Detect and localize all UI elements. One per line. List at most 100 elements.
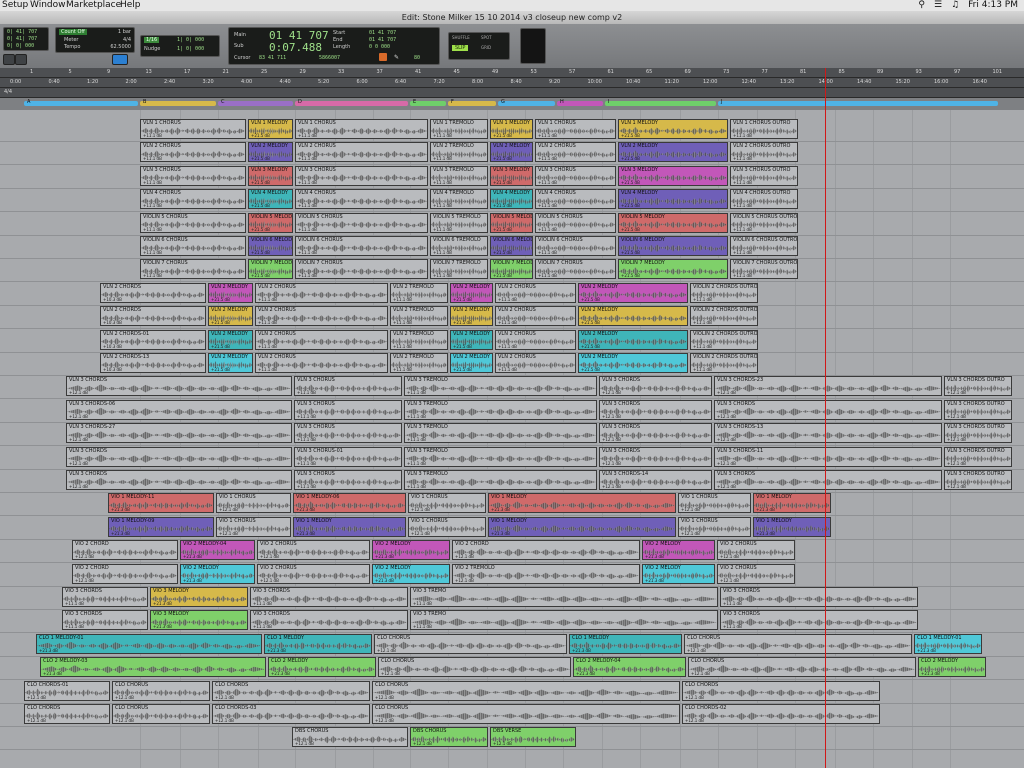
audio-clip[interactable]: VLN 3 TREMOLO +11.1 dB bbox=[430, 165, 488, 186]
marker-bar[interactable] bbox=[218, 101, 293, 106]
audio-clip[interactable]: VIO 1 CHORUS +12.1 dB bbox=[678, 516, 751, 537]
audio-clip[interactable]: VIOLIN 7 MELODY +21.5 dB bbox=[618, 259, 728, 280]
marker-bar[interactable] bbox=[140, 101, 216, 106]
audio-clip[interactable]: VLN 3 CHORDS +12.1 dB bbox=[66, 446, 292, 467]
track-lane[interactable]: VIO 1 MELODY-09 +21.3 dB VIO 1 CHORUS +12.1… bbox=[0, 516, 1024, 540]
audio-clip[interactable]: VIO 2 CHORUS +12.1 dB bbox=[717, 540, 795, 561]
audio-clip[interactable]: VLN 1 CHORUS +11.1 dB bbox=[535, 119, 616, 139]
audio-clip[interactable]: VIO 2 MELODY +21.3 dB bbox=[180, 563, 255, 584]
audio-clip[interactable]: VIOLIN 7 CHORUS +11.1 dB bbox=[295, 259, 428, 280]
audio-clip[interactable]: VLN 4 MELODY +21.5 dB bbox=[490, 189, 533, 210]
audio-clip[interactable]: VLN 4 CHORUS +11.1 dB bbox=[535, 189, 616, 210]
audio-clip[interactable]: VLN 1 CHORUS +11.1 dB bbox=[295, 119, 428, 139]
track-lane[interactable]: VIOLIN 6 CHORUS +11.1 dB VIOLIN 6 MELODY +2… bbox=[0, 235, 1024, 259]
track-lane[interactable]: VLN 3 CHORDS +12.1 dB VLN 3 CHORUS +11.1 dB… bbox=[0, 469, 1024, 493]
audio-clip[interactable]: VIOLIN 7 TREMOLO +11.1 dB bbox=[430, 259, 488, 280]
zoom-in-button[interactable] bbox=[15, 54, 27, 65]
marker-bar[interactable] bbox=[498, 101, 555, 106]
audio-clip[interactable]: VLN 3 CHORDS +12.1 dB bbox=[599, 446, 712, 467]
audio-clip[interactable]: VLN 4 MELODY +21.5 dB bbox=[248, 189, 293, 210]
audio-clip[interactable]: VIO 2 CHORD +12.1 dB bbox=[72, 540, 178, 561]
audio-clip[interactable]: VLN 3 CHORUS +11.1 dB bbox=[294, 423, 402, 444]
audio-clip[interactable]: VLN 3 CHORUS +11.1 dB bbox=[140, 165, 246, 186]
audio-clip[interactable]: VIO 2 MELODY +21.3 dB bbox=[642, 540, 715, 561]
audio-clip[interactable]: CLO 2 MELODY-04 +21.3 dB bbox=[573, 657, 686, 678]
audio-clip[interactable]: VIOLIN 6 CHORUS +11.1 dB bbox=[140, 236, 246, 256]
audio-clip[interactable]: VLN 2 MELODY +21.5 dB bbox=[578, 329, 688, 350]
audio-clip[interactable]: VIOLIN 7 MELODY +21.5 dB bbox=[490, 259, 533, 280]
audio-clip[interactable]: VLN 3 CHORUS +11.1 dB bbox=[294, 399, 402, 420]
audio-clip[interactable]: VIO 3 TREMO +11.1 dB bbox=[410, 587, 718, 607]
track-lane[interactable]: VLN 3 CHORDS-06 +12.1 dB VLN 3 CHORUS +11.1… bbox=[0, 399, 1024, 423]
audio-clip[interactable]: VIO 1 MELODY-11 +21.3 dB bbox=[108, 493, 214, 514]
audio-clip[interactable]: VLN 4 TREMOLO +11.1 dB bbox=[430, 189, 488, 210]
audio-clip[interactable]: VLN 2 CHORDS +10.3 dB bbox=[100, 282, 206, 303]
audio-clip[interactable]: VIOLIN 6 CHORUS +11.1 dB bbox=[535, 236, 616, 256]
audio-clip[interactable]: CLO CHORUS +12.1 dB bbox=[684, 633, 912, 654]
audio-clip[interactable]: VLN 3 MELODY +21.5 dB bbox=[490, 165, 533, 186]
audio-clip[interactable]: VLN 2 MELODY +21.5 dB bbox=[578, 282, 688, 303]
track-lane[interactable]: CLO 2 MELODY-03 +21.3 dB CLO 2 MELODY +21.3… bbox=[0, 656, 1024, 681]
audio-clip[interactable]: VIOLIN 2 CHORDS OUTRO +11.1 dB bbox=[690, 329, 758, 350]
audio-clip[interactable]: VIO 1 CHORUS +12.1 dB bbox=[216, 493, 291, 514]
audio-clip[interactable]: VLN 3 CHORUS-01 +11.1 dB bbox=[294, 446, 402, 467]
audio-clip[interactable]: VLN 2 TREMOLO +11.1 dB bbox=[390, 353, 448, 373]
menu-setup[interactable]: Setup bbox=[2, 0, 28, 11]
audio-clip[interactable]: VLN 3 CHORUS +11.1 dB bbox=[535, 165, 616, 186]
audio-clip[interactable]: VLN 3 CHORDS OUTRO +12.1 dB bbox=[944, 446, 1012, 467]
audio-clip[interactable]: VIOLIN 5 MELODY +21.5 dB bbox=[618, 212, 728, 233]
track-lane[interactable]: VIO 2 CHORD +12.1 dB VIO 2 MELODY-04 +21.3 … bbox=[0, 539, 1024, 564]
audio-clip[interactable]: VLN 4 CHORUS +11.1 dB bbox=[295, 189, 428, 210]
audio-clip[interactable]: VLN 2 MELODY +21.5 dB bbox=[450, 306, 493, 327]
track-lane[interactable]: CLO CHORDS +12.1 dB CLO CHORUS +12.1 dB CLO … bbox=[0, 703, 1024, 727]
audio-clip[interactable]: VLN 1 CHORUS OUTRO +11.1 dB bbox=[730, 119, 798, 139]
audio-clip[interactable]: VLN 3 MELODY +21.5 dB bbox=[618, 165, 728, 186]
track-lane[interactable]: VIO 3 CHORDS +11.1 dB VIO 3 MELODY +21.3 dB… bbox=[0, 586, 1024, 610]
audio-clip[interactable]: VIO 3 MELODY +21.3 dB bbox=[150, 610, 248, 631]
audio-clip[interactable]: VIOLIN 7 CHORUS OUTRO +11.1 dB bbox=[730, 259, 798, 280]
audio-clip[interactable]: VLN 3 CHORDS-14 +12.1 dB bbox=[599, 470, 712, 490]
menu-marketplace[interactable]: Marketplace bbox=[66, 0, 121, 11]
menu-window[interactable]: Window bbox=[30, 0, 66, 11]
audio-clip[interactable]: VIO 1 MELODY +21.3 dB bbox=[488, 516, 676, 537]
track-lane[interactable]: VLN 4 CHORUS +11.1 dB VLN 4 MELODY +21.5 dB… bbox=[0, 188, 1024, 213]
audio-clip[interactable]: VIO 1 MELODY +21.3 dB bbox=[488, 493, 676, 514]
track-lane[interactable]: VLN 3 CHORDS +12.1 dB VLN 3 CHORUS +11.1 dB… bbox=[0, 375, 1024, 400]
audio-clip[interactable]: VLN 3 CHORDS-11 +12.1 dB bbox=[714, 446, 942, 467]
audio-clip[interactable]: VLN 3 CHORDS-13 +12.1 dB bbox=[714, 423, 942, 444]
audio-clip[interactable]: VLN 3 CHORUS OUTRO +11.1 dB bbox=[730, 165, 798, 186]
audio-clip[interactable]: VLN 2 CHORUS +11.1 dB bbox=[495, 282, 576, 303]
audio-clip[interactable]: VLN 2 CHORUS +11.1 dB bbox=[255, 306, 388, 327]
playhead-line[interactable] bbox=[825, 68, 826, 768]
pencil-icon[interactable]: ✎ bbox=[394, 54, 399, 61]
audio-clip[interactable]: VIOLIN 5 MELODY +21.5 dB bbox=[248, 212, 293, 233]
audio-clip[interactable]: VIO 2 CHORUS +12.1 dB bbox=[717, 563, 795, 584]
audio-clip[interactable]: CLO CHORDS-02 +12.1 dB bbox=[682, 704, 880, 724]
wifi-icon[interactable]: ☰ bbox=[934, 0, 942, 11]
audio-clip[interactable]: VLN 1 TREMOLO +11.1 dB bbox=[430, 119, 488, 139]
audio-clip[interactable]: CLO CHORDS +12.1 dB bbox=[682, 680, 880, 701]
tempo-value[interactable]: 62.5000 bbox=[110, 44, 131, 50]
audio-clip[interactable]: VLN 2 MELODY +21.5 dB bbox=[208, 306, 253, 327]
start-value[interactable]: 01 41 707 bbox=[369, 30, 396, 36]
audio-clip[interactable]: VIOLIN 5 MELODY +21.5 dB bbox=[490, 212, 533, 233]
audio-clip[interactable]: VLN 2 MELODY +21.5 dB bbox=[208, 353, 253, 373]
audio-clip[interactable]: CLO CHORUS +12.1 dB bbox=[374, 633, 567, 654]
audio-clip[interactable]: VLN 3 CHORDS-27 +12.1 dB bbox=[66, 423, 292, 444]
track-lane[interactable]: VLN 2 CHORUS +11.1 dB VLN 2 MELODY +21.5 dB… bbox=[0, 141, 1024, 166]
zoom-out-button[interactable] bbox=[3, 54, 15, 65]
audio-clip[interactable]: VIO 2 CHORD +12.1 dB bbox=[72, 563, 178, 584]
audio-clip[interactable]: VIO 1 MELODY +21.3 dB bbox=[753, 516, 831, 537]
audio-clip[interactable]: VIO 3 CHORDS +11.1 dB bbox=[250, 610, 408, 631]
track-lane[interactable]: CLO 1 MELODY-01 +21.3 dB CLO 1 MELODY +21.3… bbox=[0, 633, 1024, 657]
audio-clip[interactable]: CLO CHORDS +12.1 dB bbox=[24, 704, 110, 724]
audio-clip[interactable]: VLN 2 CHORDS-13 +10.3 dB bbox=[100, 353, 206, 373]
audio-clip[interactable]: VLN 2 MELODY +21.5 dB bbox=[450, 353, 493, 373]
track-lane[interactable]: VLN 2 CHORDS +10.3 dB VLN 2 MELODY +21.5 dB… bbox=[0, 282, 1024, 306]
audio-clip[interactable]: VLN 2 CHORUS +11.1 dB bbox=[255, 329, 388, 350]
zoom-value[interactable]: 80 bbox=[414, 55, 420, 61]
audio-clip[interactable]: VLN 2 CHORUS +11.1 dB bbox=[255, 282, 388, 303]
audio-clip[interactable]: CLO 1 MELODY-01 +21.3 dB bbox=[36, 633, 262, 654]
audio-clip[interactable]: VLN 3 CHORDS +12.1 dB bbox=[66, 376, 292, 397]
audio-clip[interactable]: VLN 3 CHORDS OUTRO +12.1 dB bbox=[944, 376, 1012, 397]
